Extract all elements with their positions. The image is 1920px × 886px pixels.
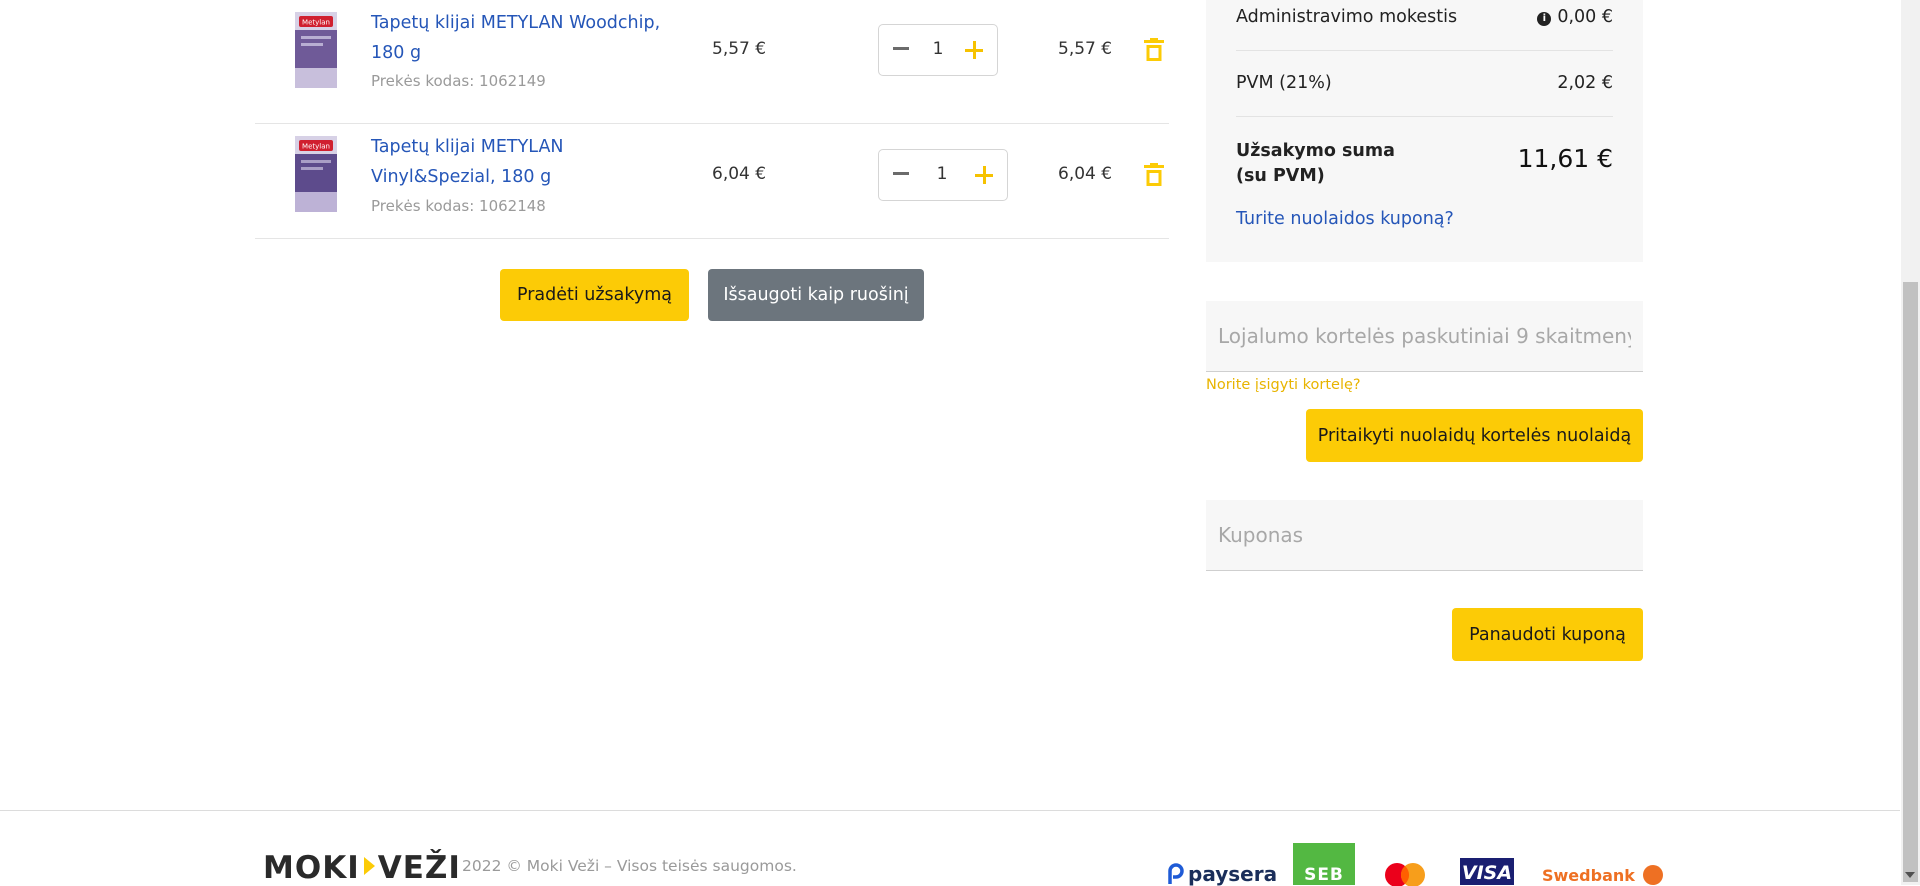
loyalty-card-field (1206, 301, 1643, 372)
unit-price: 6,04 € (712, 164, 767, 184)
admin-fee-value: 0,00 € (1557, 7, 1613, 27)
svg-text:Metylan: Metylan (302, 143, 330, 151)
scrollbar-thumb[interactable] (1903, 282, 1918, 882)
swedbank-oak-icon (1642, 865, 1663, 885)
apply-coupon-button[interactable]: Panaudoti kuponą (1452, 608, 1643, 661)
moki-vezi-logo[interactable]: MOKI VEŽI (263, 850, 461, 886)
svg-text:Metylan: Metylan (302, 19, 330, 27)
delete-icon[interactable] (1144, 38, 1164, 62)
copyright-text: 2022 © Moki Veži – Visos teisės saugomos… (462, 857, 797, 875)
product-thumbnail[interactable]: Metylan (293, 134, 339, 214)
vat-row: PVM (21%) 2,02 € (1236, 73, 1613, 93)
product-name-link[interactable]: Tapetų klijai METYLAN Woodchip, 180 g (371, 8, 691, 68)
order-summary: Administravimo mokestis i 0,00 € PVM (21%… (1206, 0, 1643, 262)
coupon-link[interactable]: Turite nuolaidos kuponą? (1236, 209, 1454, 229)
vat-value: 2,02 € (1557, 73, 1613, 93)
start-order-button[interactable]: Pradėti užsakymą (500, 269, 689, 321)
mastercard-logo (1385, 863, 1425, 886)
quantity-value[interactable]: 1 (926, 39, 950, 59)
loyalty-card-input[interactable] (1206, 301, 1643, 371)
visa-logo: VISA (1460, 858, 1514, 885)
decrease-quantity-button[interactable] (893, 172, 909, 175)
line-total: 6,04 € (1058, 164, 1113, 184)
apply-loyalty-discount-button[interactable]: Pritaikyti nuolaidų kortelės nuolaidą (1306, 409, 1643, 462)
product-code: Prekės kodas: 1062149 (371, 72, 546, 90)
seb-logo: SEB (1293, 843, 1355, 885)
line-total: 5,57 € (1058, 39, 1113, 59)
save-as-draft-button[interactable]: Išsaugoti kaip ruošinį (708, 269, 924, 321)
admin-fee-label: Administravimo mokestis (1236, 7, 1458, 27)
decrease-quantity-button[interactable] (893, 47, 909, 50)
info-icon[interactable]: i (1537, 12, 1552, 26)
paysera-icon (1168, 863, 1184, 884)
swedbank-logo: Swedbank (1542, 865, 1663, 885)
cart-item: Metylan Tapetų klijai METYLAN Woodchip, … (255, 0, 1169, 124)
unit-price: 5,57 € (712, 39, 767, 59)
logo-arrow-icon (363, 857, 375, 875)
footer-divider (0, 810, 1900, 811)
admin-fee-row: Administravimo mokestis i 0,00 € (1236, 7, 1613, 27)
order-total-row: Užsakymo suma (su PVM) 11,61 € (1236, 139, 1613, 189)
coupon-input[interactable] (1206, 500, 1643, 570)
delete-icon[interactable] (1144, 163, 1164, 187)
increase-quantity-button[interactable] (975, 166, 993, 184)
quantity-stepper: 1 (878, 149, 1008, 201)
get-card-link[interactable]: Norite įsigyti kortelę? (1206, 377, 1361, 393)
scroll-down-arrow-icon[interactable] (1905, 872, 1915, 878)
product-thumbnail[interactable]: Metylan (293, 10, 339, 90)
coupon-field (1206, 500, 1643, 571)
order-total-value: 11,61 € (1517, 144, 1613, 173)
product-code: Prekės kodas: 1062148 (371, 197, 546, 215)
summary-divider (1236, 116, 1613, 117)
summary-divider (1236, 50, 1613, 51)
quantity-stepper: 1 (878, 24, 998, 76)
increase-quantity-button[interactable] (965, 41, 983, 59)
row-divider (255, 238, 1169, 239)
vat-label: PVM (21%) (1236, 73, 1332, 93)
quantity-value[interactable]: 1 (930, 164, 954, 184)
cart-item: Metylan Tapetų klijai METYLAN Vinyl&Spez… (255, 114, 1169, 239)
product-name-link[interactable]: Tapetų klijai METYLAN Vinyl&Spezial, 180… (371, 132, 691, 192)
